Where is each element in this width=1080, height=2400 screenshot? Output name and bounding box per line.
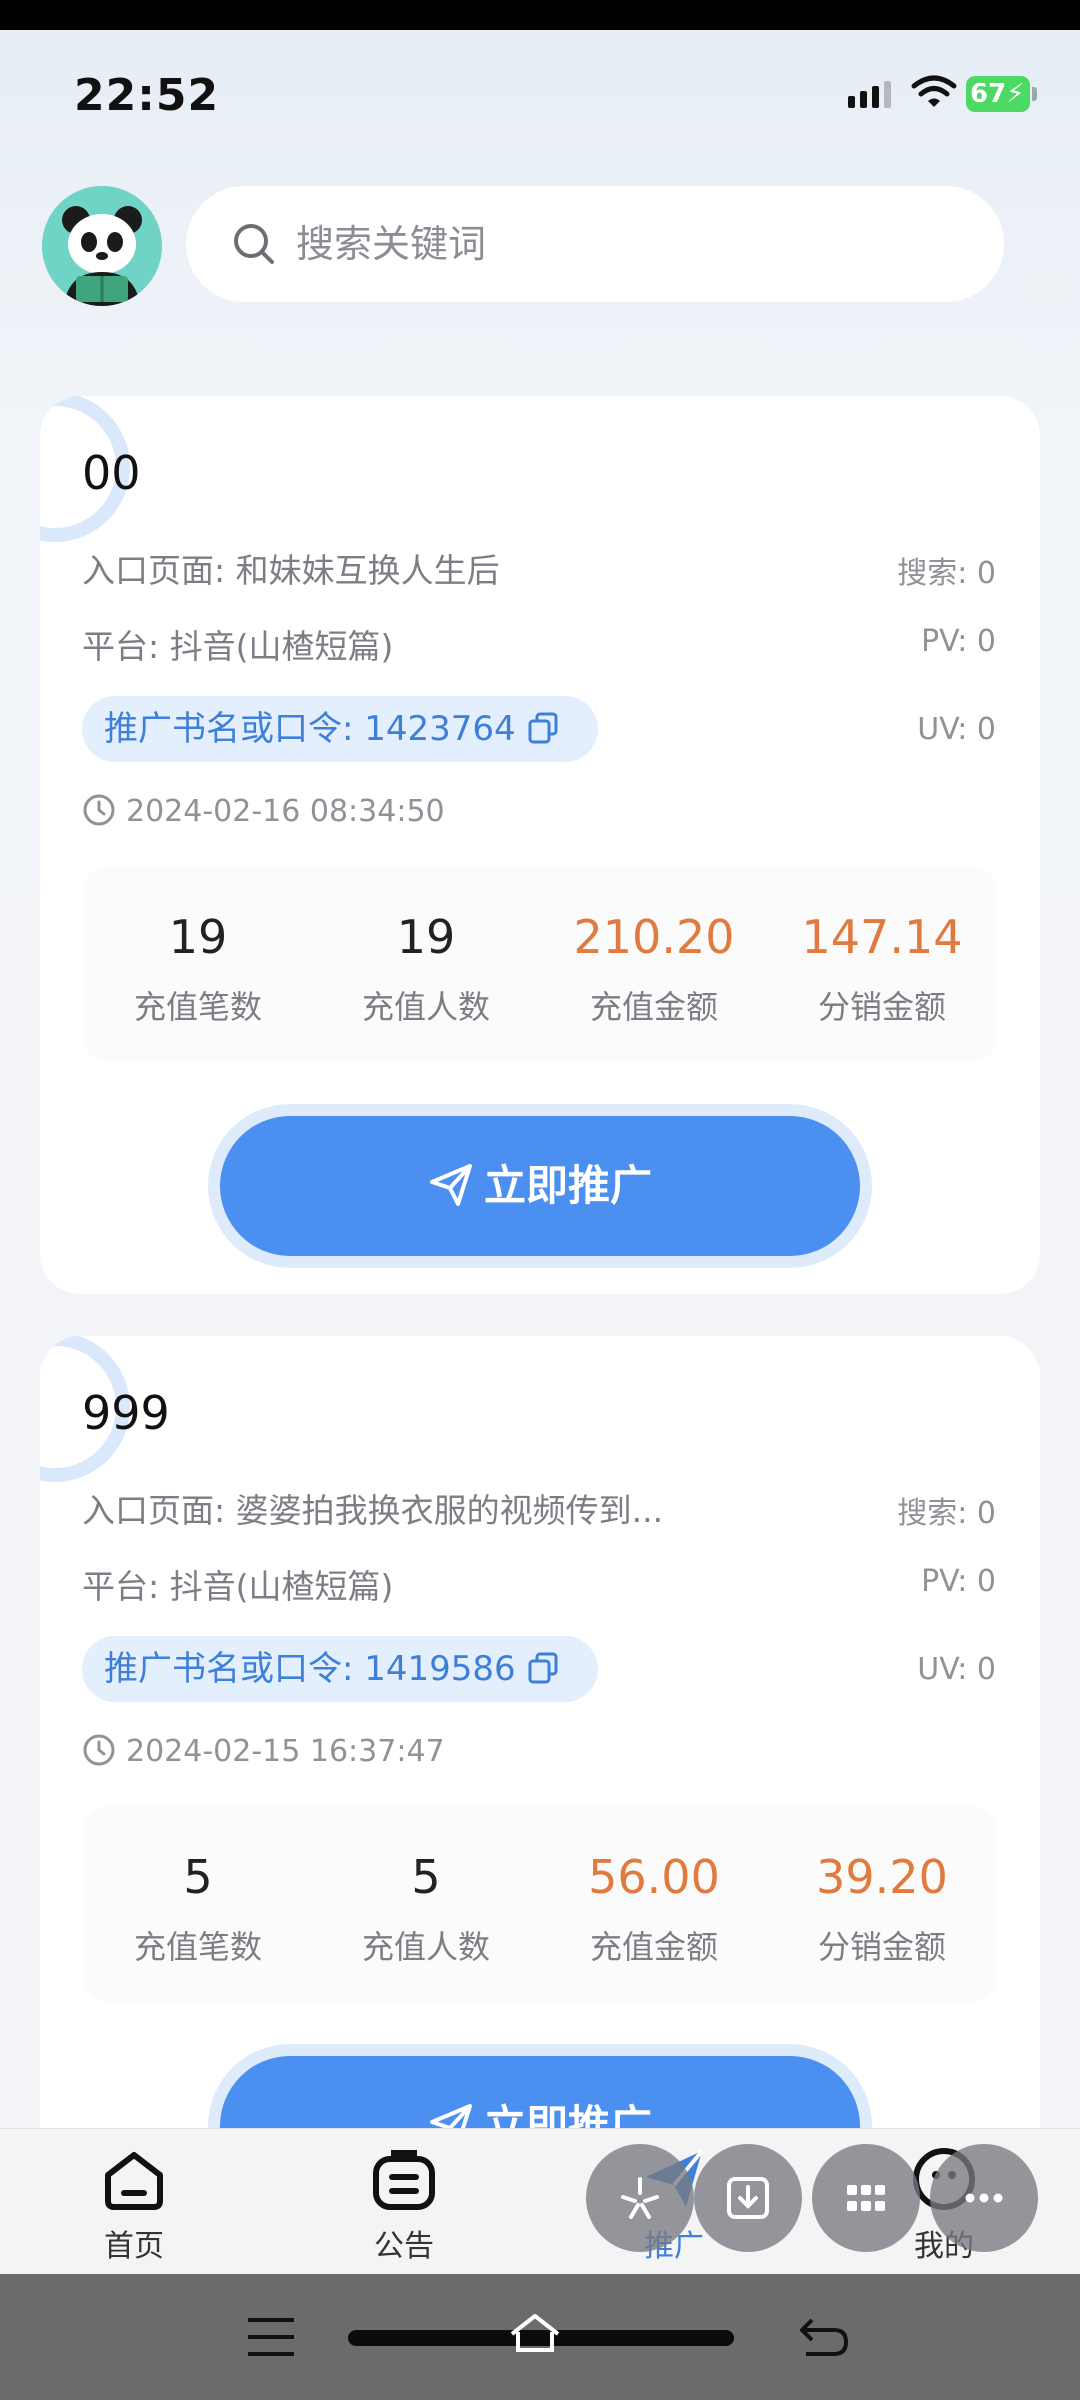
promote-button-wrap: 立即推广	[208, 1104, 872, 1268]
menu-icon[interactable]	[244, 2314, 298, 2360]
stat-value: 19	[396, 910, 456, 964]
uv-count: UV: 0	[917, 712, 996, 747]
datetime: 2024-02-16 08:34:50	[126, 794, 445, 829]
status-bar: 22:52 67⚡	[0, 30, 1080, 160]
clock-icon	[83, 794, 115, 825]
nav-item-notice[interactable]: 公告	[304, 2129, 504, 2275]
nav-item-home[interactable]: 首页	[34, 2129, 234, 2275]
search-count: 搜索: 0	[897, 1496, 996, 1531]
promo-code-tag[interactable]: 推广书名或口令: 1419586	[82, 1636, 598, 1702]
home-outline-icon[interactable]	[508, 2310, 562, 2356]
stat-label: 充值人数	[361, 988, 490, 1026]
stat-value: 5	[411, 1850, 441, 1904]
search-icon	[234, 224, 274, 264]
send-icon	[429, 1163, 472, 1206]
promo-code-text: 推广书名或口令: 1419586	[104, 1649, 516, 1689]
datetime: 2024-02-15 16:37:47	[126, 1734, 445, 1769]
nav-label: 首页	[104, 2229, 164, 2264]
stat-recharge-amount: 210.20 充值金额	[540, 866, 768, 1062]
stats-panel: 5 充值笔数 5 充值人数 56.00 充值金额 39.20 分销金额	[84, 1806, 996, 2002]
panda-avatar-icon	[42, 186, 162, 306]
stat-value: 210.20	[573, 910, 735, 964]
stats-panel: 19 充值笔数 19 充值人数 210.20 充值金额 147.14 分销金额	[84, 866, 996, 1062]
promo-code-text: 推广书名或口令: 1423764	[104, 709, 516, 749]
entry-page: 入口页面: 婆婆拍我换衣服的视频传到...	[82, 1491, 664, 1530]
stat-label: 分销金额	[817, 988, 946, 1026]
wifi-icon	[911, 75, 957, 107]
search-box[interactable]	[186, 186, 1004, 302]
nav-label: 公告	[374, 2229, 434, 2264]
copy-icon[interactable]	[528, 712, 558, 744]
datetime-row: 2024-02-16 08:34:50	[82, 794, 445, 830]
back-icon[interactable]	[796, 2314, 850, 2360]
card-title: 999	[82, 1386, 170, 1440]
stat-value: 56.00	[588, 1850, 720, 1904]
pv-count: PV: 0	[921, 624, 996, 659]
platform: 平台: 抖音(山楂短篇)	[82, 1567, 394, 1606]
stat-recharge-amount: 56.00 充值金额	[540, 1806, 768, 2002]
stat-value: 39.20	[816, 1850, 948, 1904]
floating-sparkle-button[interactable]	[586, 2144, 694, 2252]
promote-now-button[interactable]: 立即推广	[220, 1116, 860, 1256]
stat-value: 5	[183, 1850, 213, 1904]
floating-more-button[interactable]	[930, 2144, 1038, 2252]
platform: 平台: 抖音(山楂短篇)	[82, 627, 394, 666]
stat-label: 充值笔数	[133, 1928, 262, 1966]
top-bezel	[0, 0, 1080, 30]
promotion-card: 00 入口页面: 和妹妹互换人生后 搜索: 0 平台: 抖音(山楂短篇) PV:…	[40, 396, 1040, 1294]
stat-value: 147.14	[801, 910, 963, 964]
stat-label: 充值笔数	[133, 988, 262, 1026]
card-title: 00	[82, 446, 141, 500]
notice-icon	[373, 2150, 435, 2210]
stat-value: 19	[168, 910, 228, 964]
stat-distribution-amount: 39.20 分销金额	[768, 1806, 996, 2002]
promotion-card: 999 入口页面: 婆婆拍我换衣服的视频传到... 搜索: 0 平台: 抖音(山…	[40, 1336, 1040, 2236]
promo-code-tag[interactable]: 推广书名或口令: 1423764	[82, 696, 598, 762]
stat-label: 充值人数	[361, 1928, 490, 1966]
search-input[interactable]	[296, 186, 956, 302]
copy-icon[interactable]	[528, 1652, 558, 1684]
uv-count: UV: 0	[917, 1652, 996, 1687]
avatar[interactable]	[42, 186, 162, 306]
signal-icon	[848, 81, 891, 108]
home-icon	[105, 2152, 163, 2210]
stat-label: 充值金额	[589, 1928, 718, 1966]
stat-recharge-count: 19 充值笔数	[84, 866, 312, 1062]
search-count: 搜索: 0	[897, 556, 996, 591]
download-icon	[727, 2177, 769, 2219]
stat-recharge-count: 5 充值笔数	[84, 1806, 312, 2002]
battery-icon: 67⚡	[966, 76, 1038, 112]
datetime-row: 2024-02-15 16:37:47	[82, 1734, 445, 1770]
floating-download-button[interactable]	[694, 2144, 802, 2252]
system-nav-bar	[0, 2274, 1080, 2400]
promote-button-label: 立即推广	[483, 1161, 652, 1210]
more-icon	[965, 2193, 1003, 2203]
battery-level: 67⚡	[966, 76, 1030, 112]
entry-page: 入口页面: 和妹妹互换人生后	[82, 551, 500, 590]
pv-count: PV: 0	[921, 1564, 996, 1599]
clock-icon	[83, 1734, 115, 1765]
sparkle-icon	[621, 2177, 659, 2219]
apps-grid-icon	[847, 2185, 885, 2211]
status-time: 22:52	[74, 70, 220, 121]
stat-label: 分销金额	[817, 1928, 946, 1966]
stat-recharge-users: 19 充值人数	[312, 866, 540, 1062]
floating-apps-button[interactable]	[812, 2144, 920, 2252]
stat-recharge-users: 5 充值人数	[312, 1806, 540, 2002]
stat-label: 充值金额	[589, 988, 718, 1026]
stat-distribution-amount: 147.14 分销金额	[768, 866, 996, 1062]
